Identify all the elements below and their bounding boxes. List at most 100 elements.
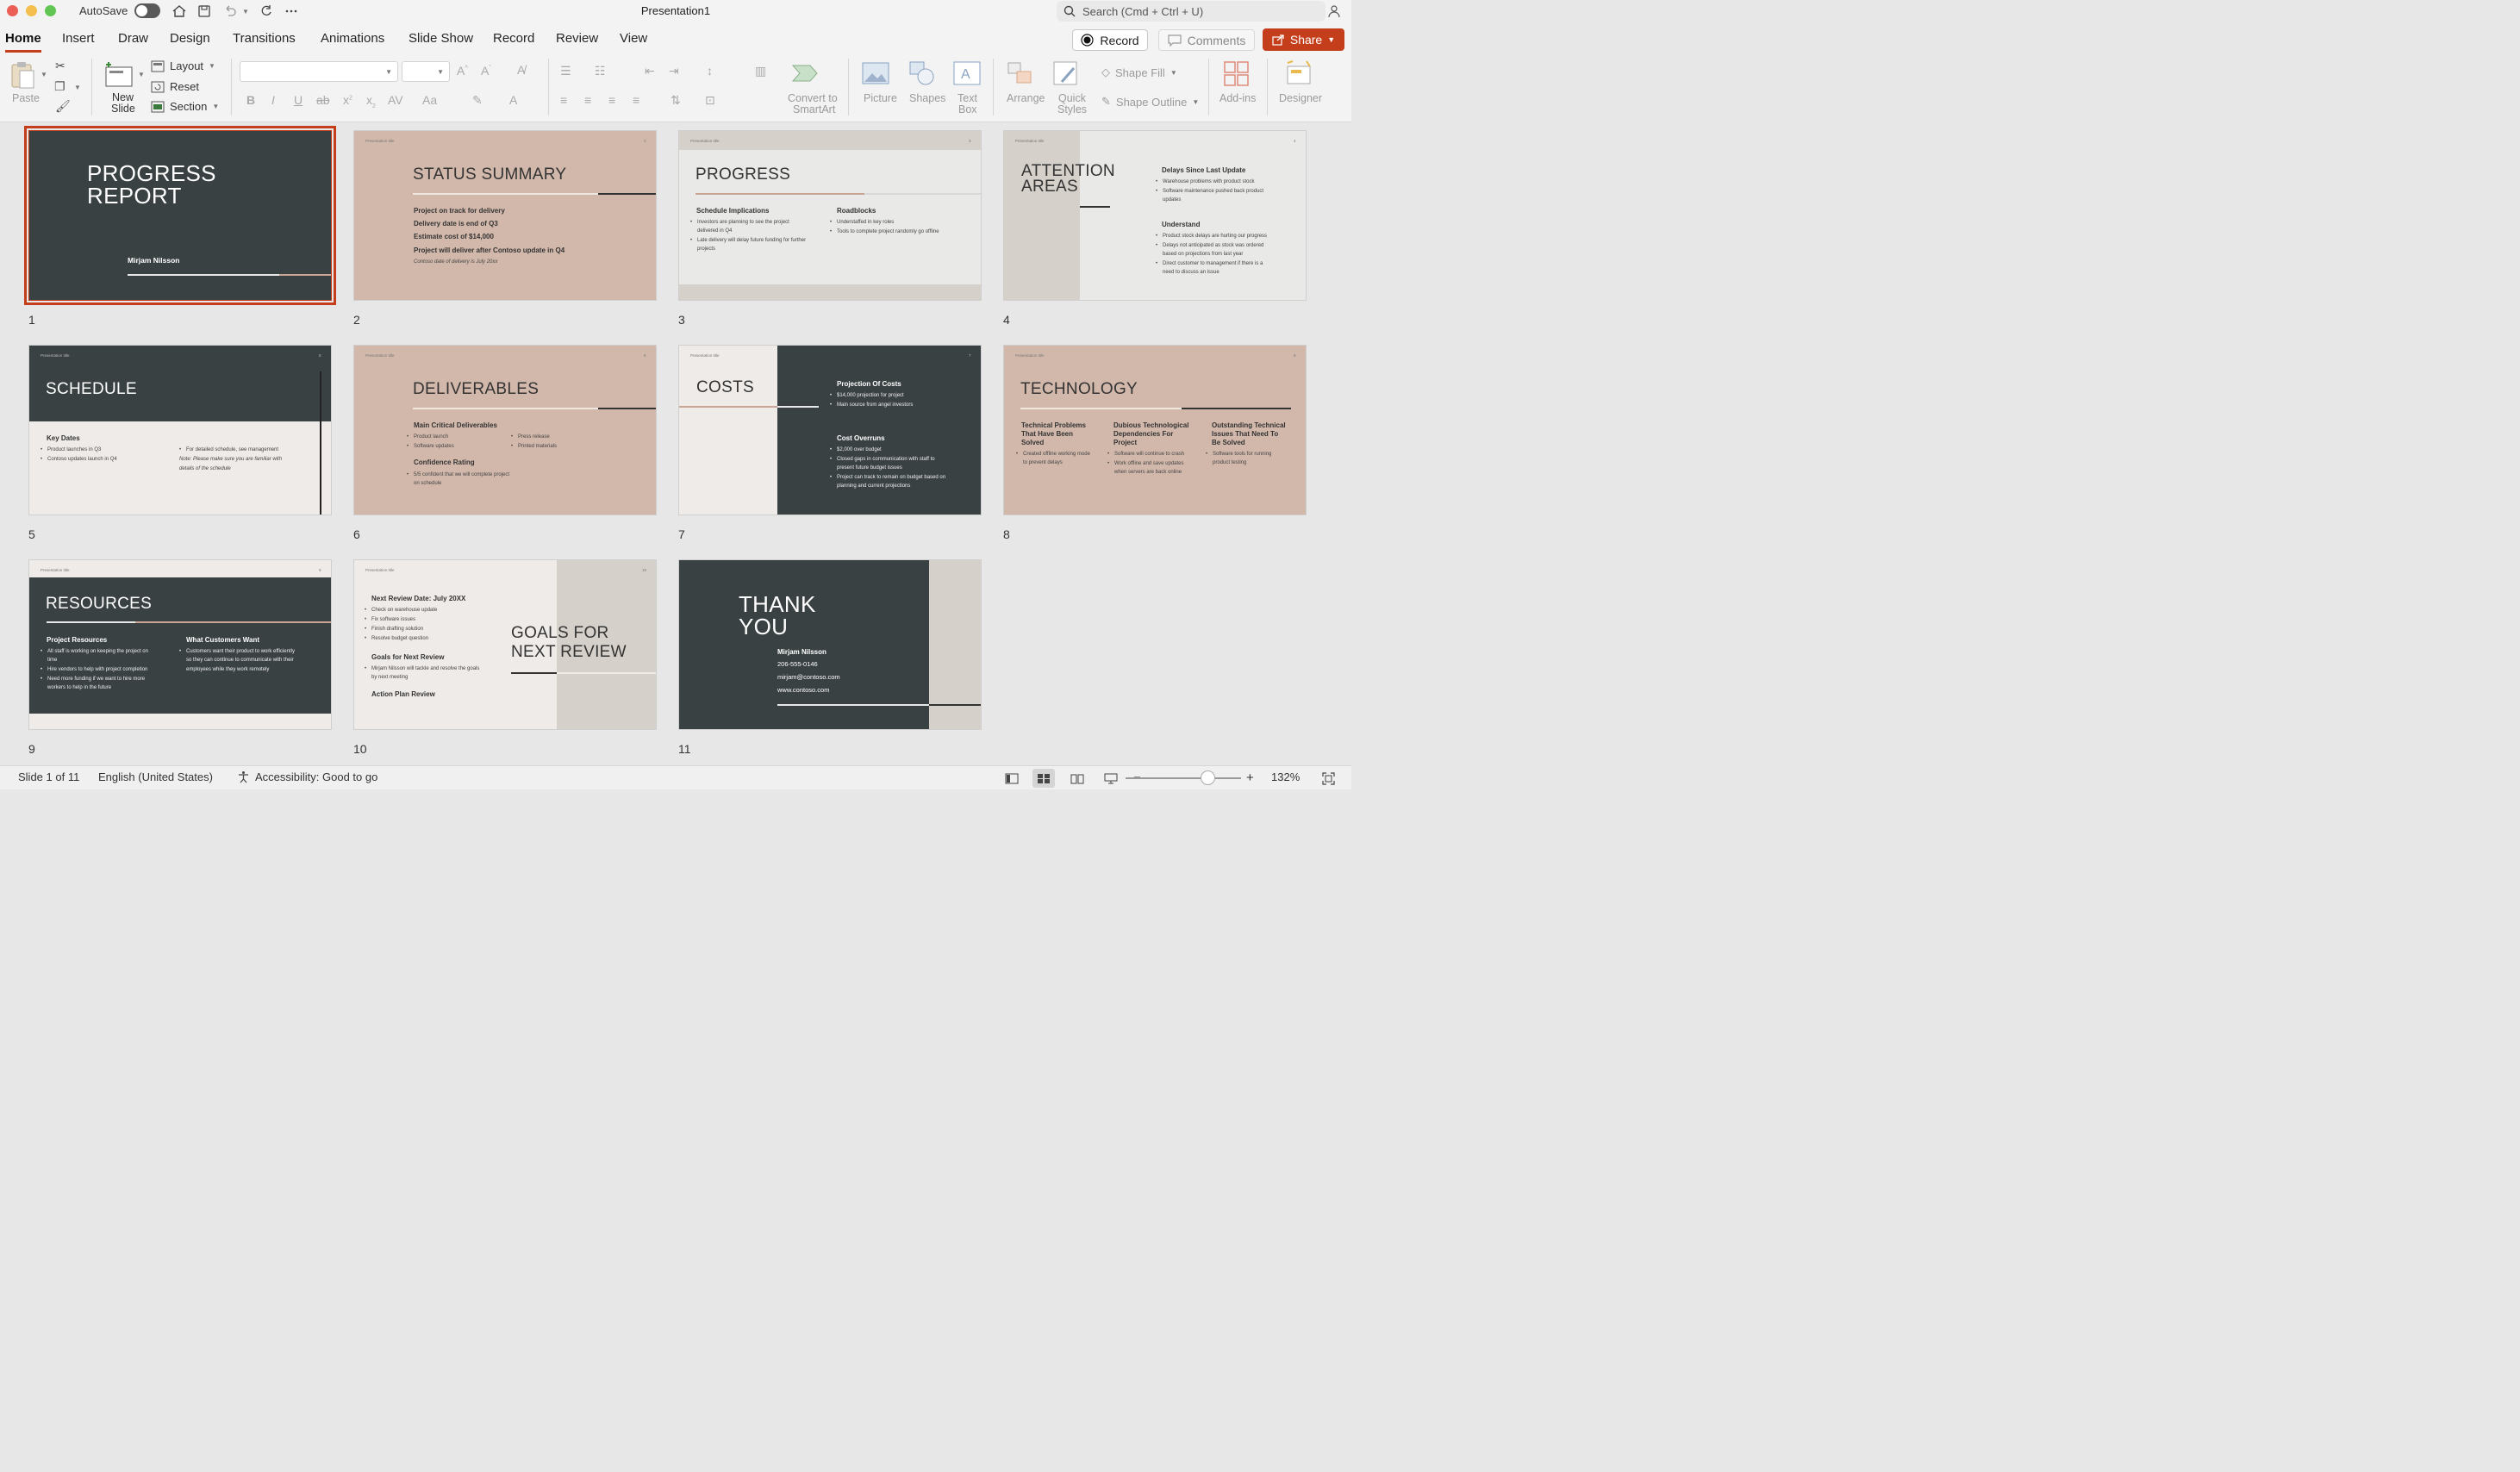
autosave-toggle[interactable] [134, 3, 160, 18]
increase-indent-icon[interactable]: ⇥ [669, 64, 679, 78]
paste-icon[interactable] [9, 60, 38, 89]
format-painter-icon[interactable]: 🖌 [55, 99, 71, 114]
copy-icon[interactable]: ❐ [54, 79, 65, 94]
justify-icon[interactable]: ≡ [633, 93, 639, 107]
align-text-icon[interactable]: ⊡ [705, 93, 715, 108]
strikethrough-icon[interactable]: ab [316, 93, 330, 107]
zoom-slider-thumb[interactable] [1201, 770, 1215, 785]
shape-fill-button[interactable]: ◇ Shape Fill ▼ [1101, 65, 1177, 79]
designer-icon[interactable] [1284, 59, 1313, 91]
slide-thumbnail-8[interactable]: Presentation title 8 TECHNOLOGY Technica… [1003, 345, 1307, 515]
minimize-window-button[interactable] [26, 5, 37, 16]
highlight-color-icon[interactable]: ✎ [472, 93, 483, 108]
record-button[interactable]: Record [1072, 29, 1148, 51]
slide-7-tag: Presentation title [690, 353, 720, 358]
add-ins-icon[interactable] [1224, 61, 1250, 91]
align-right-icon[interactable]: ≡ [608, 93, 615, 107]
more-options-icon[interactable] [282, 2, 301, 21]
slide-thumbnail-9[interactable]: Presentation title 9 RESOURCES Project R… [28, 559, 332, 730]
character-spacing-icon[interactable]: AV [388, 93, 403, 107]
shape-outline-button[interactable]: ✎ Shape Outline ▼ [1101, 95, 1199, 109]
tab-design[interactable]: Design [170, 31, 210, 46]
clear-formatting-icon[interactable]: A̸ [517, 63, 525, 77]
slide-thumbnail-6[interactable]: Presentation title 6 DELIVERABLES Main C… [353, 345, 657, 515]
tab-view[interactable]: View [620, 31, 647, 46]
increase-font-size-icon[interactable]: A^ [457, 64, 468, 78]
slide-8-heading-3a: Outstanding Technical [1212, 421, 1286, 429]
undo-icon[interactable] [221, 2, 240, 21]
slide-thumbnail-2[interactable]: Presentation title 2 STATUS SUMMARY Proj… [353, 130, 657, 301]
search-input[interactable]: Search (Cmd + Ctrl + U) [1057, 1, 1325, 22]
zoom-slider-track[interactable] [1126, 777, 1241, 779]
slide-11-title-line-2: YOU [739, 614, 789, 639]
tab-review[interactable]: Review [556, 31, 598, 46]
language-indicator[interactable]: English (United States) [98, 770, 213, 783]
tab-draw[interactable]: Draw [118, 31, 148, 46]
picture-icon[interactable] [862, 61, 889, 90]
align-left-icon[interactable]: ≡ [560, 93, 567, 107]
font-name-select[interactable]: ▼ [240, 61, 398, 82]
tab-insert[interactable]: Insert [62, 31, 95, 46]
decrease-indent-icon[interactable]: ⇤ [645, 64, 655, 78]
paste-dropdown-icon[interactable]: ▼ [41, 71, 47, 78]
tab-record[interactable]: Record [493, 31, 534, 46]
change-case-icon[interactable]: Aa [422, 93, 437, 107]
cut-icon[interactable]: ✂ [55, 59, 65, 73]
zoom-in-button[interactable]: + [1246, 770, 1254, 785]
section-button[interactable]: Section ▼ [151, 100, 219, 113]
zoom-level[interactable]: 132% [1271, 770, 1300, 783]
copy-dropdown-icon[interactable]: ▼ [74, 84, 81, 91]
text-direction-icon[interactable]: ⇅ [671, 93, 681, 108]
slide-thumbnail-5[interactable]: Presentation title 5 SCHEDULE Key Dates … [28, 345, 332, 515]
slide-thumbnail-4[interactable]: Presentation title 4 ATTENTION AREAS Del… [1003, 130, 1307, 301]
tab-home[interactable]: Home [5, 31, 41, 46]
layout-button[interactable]: Layout ▼ [151, 59, 215, 72]
reading-view-button[interactable] [1066, 769, 1088, 788]
italic-icon[interactable]: I [271, 93, 275, 107]
bullets-icon[interactable]: ☰ [560, 64, 571, 78]
slide-show-view-button[interactable] [1100, 769, 1122, 788]
slide-thumbnail-3[interactable]: Presentation title 3 PROGRESS Schedule I… [678, 130, 982, 301]
slide-thumbnail-11[interactable]: THANK YOU Mirjam Nilsson 206-555-0146 mi… [678, 559, 982, 730]
text-box-icon[interactable]: A [953, 61, 981, 90]
account-icon[interactable] [1325, 2, 1344, 21]
home-icon[interactable] [170, 2, 189, 21]
fit-to-window-button[interactable] [1317, 769, 1339, 788]
quick-styles-icon[interactable] [1053, 61, 1082, 91]
tab-animations[interactable]: Animations [321, 31, 384, 46]
tab-transitions[interactable]: Transitions [233, 31, 296, 46]
close-window-button[interactable] [7, 5, 18, 16]
accessibility-checker[interactable]: Accessibility: Good to go [237, 770, 377, 783]
arrange-icon[interactable] [1007, 61, 1034, 90]
slide-thumbnail-7[interactable]: Presentation title 7 COSTS Projection Of… [678, 345, 982, 515]
smartart-icon[interactable] [791, 62, 820, 89]
numbering-icon[interactable]: ☷ [595, 64, 606, 78]
save-icon[interactable] [195, 2, 214, 21]
redo-icon[interactable] [257, 2, 276, 21]
new-slide-icon[interactable] [103, 60, 134, 92]
share-button[interactable]: Share ▼ [1263, 28, 1344, 51]
undo-dropdown-icon[interactable]: ▼ [240, 2, 252, 21]
comments-button[interactable]: Comments [1158, 29, 1255, 51]
align-center-icon[interactable]: ≡ [584, 93, 591, 107]
subscript-icon[interactable]: x2 [366, 93, 376, 109]
underline-icon[interactable]: U [294, 93, 303, 107]
tab-slide-show[interactable]: Slide Show [409, 31, 473, 46]
new-slide-dropdown-icon[interactable]: ▼ [138, 71, 145, 78]
shapes-icon[interactable] [908, 60, 938, 90]
bold-icon[interactable]: B [246, 93, 255, 107]
line-spacing-icon[interactable]: ↕ [707, 64, 713, 78]
reset-button[interactable]: Reset [151, 80, 199, 93]
slide-thumbnail-10[interactable]: Presentation title 10 Next Review Date: … [353, 559, 657, 730]
slide-thumbnail-1[interactable]: PROGRESS REPORT Mirjam Nilsson [24, 126, 336, 305]
font-size-select[interactable]: ▼ [402, 61, 450, 82]
decrease-font-size-icon[interactable]: Aˇ [481, 64, 491, 78]
zoom-window-button[interactable] [45, 5, 56, 16]
share-dropdown-icon[interactable]: ▼ [1327, 35, 1335, 44]
normal-view-button[interactable] [1001, 769, 1023, 788]
slide-sorter-view-button[interactable] [1032, 769, 1055, 788]
columns-icon[interactable]: ▥ [755, 64, 766, 78]
slide-sorter: PROGRESS REPORT Mirjam Nilsson 1 Present… [0, 123, 1351, 765]
font-color-icon[interactable]: A [509, 93, 517, 107]
superscript-icon[interactable]: x2 [343, 93, 352, 107]
